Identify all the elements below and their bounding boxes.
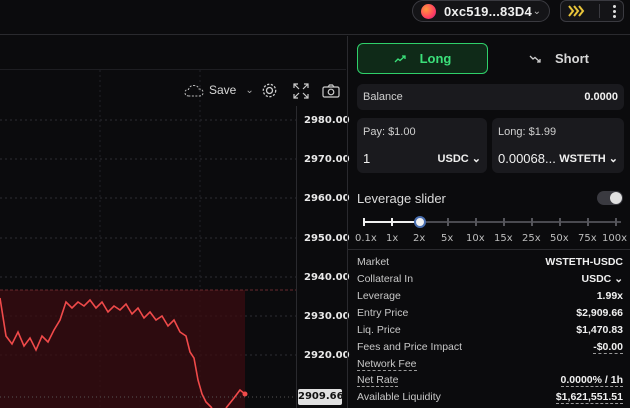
detail-row-leverage: Leverage 1.99x [357, 290, 623, 302]
net-rate-tooltip-trigger[interactable]: Net Rate [357, 374, 399, 387]
long-amount-input[interactable]: 0.00068... [498, 151, 556, 166]
price-tick: 2930.00 [304, 311, 350, 322]
balance-value: 0.0000 [584, 91, 618, 103]
detail-row-liq-price: Liq. Price $1,470.83 [357, 324, 623, 336]
section-divider [348, 249, 630, 250]
leverage-mark[interactable]: 15x [494, 233, 513, 244]
detail-key: Fees and Price Impact [357, 341, 463, 353]
slider-tick [587, 218, 589, 226]
menu-divider [598, 4, 600, 18]
leverage-mark[interactable]: 50x [550, 233, 569, 244]
chart-toolbar [0, 36, 346, 70]
tab-short-label: Short [555, 51, 589, 66]
leverage-mark[interactable]: 2x [413, 233, 425, 244]
network-fee-tooltip-trigger[interactable]: Network Fee [357, 358, 417, 371]
leverage-slider-toggle[interactable] [597, 191, 623, 205]
leverage-mark[interactable]: 5x [441, 233, 453, 244]
long-token-select[interactable]: WSTETH ⌄ [559, 152, 618, 165]
detail-key: Liq. Price [357, 324, 401, 336]
app-menu [560, 0, 624, 22]
tab-long-label: Long [419, 51, 452, 66]
leverage-slider-title: Leverage slider [357, 191, 446, 206]
detail-row-collateral[interactable]: Collateral In USDC ⌄ [357, 273, 623, 285]
chevron-down-icon: ⌄ [614, 273, 623, 285]
detail-row-market: Market WSTETH-USDC [357, 256, 623, 268]
price-axis-border [296, 106, 297, 408]
detail-key: Leverage [357, 290, 401, 302]
detail-key: Collateral In [357, 273, 414, 285]
leverage-mark[interactable]: 75x [578, 233, 597, 244]
slider-tick [559, 218, 561, 226]
slider-tick [615, 218, 617, 226]
current-price-dot [242, 391, 248, 397]
pay-token-select[interactable]: USDC ⌄ [438, 152, 481, 165]
slider-tick [447, 218, 449, 226]
save-label: Save [209, 83, 237, 97]
wallet-avatar [421, 3, 436, 19]
leverage-mark[interactable]: 1x [386, 233, 398, 244]
detail-row-entry-price: Entry Price $2,909.66 [357, 307, 623, 319]
collateral-select[interactable]: USDC ⌄ [582, 273, 624, 285]
camera-icon[interactable] [322, 84, 340, 98]
pay-label: Pay: $1.00 [363, 126, 416, 138]
price-tick: 2970.00 [304, 154, 350, 165]
price-tick: 2950.00 [304, 233, 350, 244]
chevron-down-icon: ⌄ [245, 84, 254, 96]
leverage-mark[interactable]: 100x [602, 233, 627, 244]
slider-tick [503, 218, 505, 226]
toggle-knob [610, 192, 622, 204]
detail-row-available-liquidity[interactable]: Available Liquidity $1,621,551.51 [357, 391, 623, 404]
leverage-slider-handle[interactable] [414, 216, 426, 228]
chevron-down-icon: ⌄ [471, 153, 481, 165]
tab-long[interactable]: Long [357, 43, 488, 74]
long-input-box[interactable]: Long: $1.99 0.00068... WSTETH ⌄ [492, 118, 624, 173]
pay-amount-input[interactable]: 1 [363, 151, 370, 166]
save-layout-button[interactable]: Save ⌄ [184, 83, 254, 97]
detail-value: $2,909.66 [576, 307, 623, 319]
long-token-label: WSTETH [559, 153, 606, 165]
slider-tick [475, 218, 477, 226]
price-tick: 2980.00 [304, 115, 350, 126]
liquidity-tooltip-trigger[interactable]: $1,621,551.51 [555, 391, 623, 404]
price-tick: 2940.00 [304, 272, 350, 283]
chevron-down-icon: ⌄ [532, 5, 541, 17]
price-tick: 2920.00 [304, 350, 350, 361]
current-price-label: 2909.66 [298, 389, 344, 405]
leverage-mark[interactable]: 10x [466, 233, 485, 244]
detail-value: $1,470.83 [576, 324, 623, 336]
trend-up-icon [394, 54, 406, 62]
detail-value: USDC [581, 273, 612, 285]
chevron-down-icon: ⌄ [608, 153, 618, 165]
pay-input-box[interactable]: Pay: $1.00 1 USDC ⌄ [357, 118, 487, 173]
detail-value: WSTETH-USDC [545, 256, 623, 268]
detail-row-net-rate[interactable]: Net Rate 0.0000% / 1h [357, 374, 623, 387]
detail-key: Available Liquidity [357, 391, 441, 403]
settings-gear-icon[interactable] [261, 82, 278, 99]
fees-tooltip-trigger[interactable]: -$0.00 [593, 341, 623, 354]
wallet-button[interactable]: 0xc519...83D4 ⌄ [412, 0, 550, 22]
leverage-mark[interactable]: 0.1x [355, 233, 377, 244]
balance-row: Balance 0.0000 [357, 84, 624, 110]
more-options-icon[interactable] [613, 4, 617, 18]
slider-tick [531, 218, 533, 226]
app-logo-icon[interactable] [567, 4, 586, 18]
tab-short[interactable]: Short [494, 43, 624, 74]
detail-row-fees[interactable]: Fees and Price Impact -$0.00 [357, 341, 623, 354]
wallet-address: 0xc519...83D4 [444, 3, 532, 19]
price-tick: 2960.00 [304, 193, 350, 204]
detail-value: 1.99x [596, 290, 623, 302]
trend-down-icon [529, 55, 541, 63]
long-label: Long: $1.99 [498, 126, 557, 138]
detail-value: 0.0000% / 1h [560, 374, 623, 387]
leverage-mark[interactable]: 25x [522, 233, 541, 244]
cloud-icon [184, 84, 204, 96]
detail-key: Entry Price [357, 307, 409, 319]
detail-row-network-fee[interactable]: Network Fee [357, 358, 623, 371]
slider-tick [363, 218, 365, 226]
pay-token-label: USDC [437, 153, 469, 165]
balance-label: Balance [363, 91, 403, 103]
detail-key: Market [357, 256, 390, 268]
fullscreen-icon[interactable] [293, 83, 309, 99]
slider-tick [391, 218, 393, 226]
